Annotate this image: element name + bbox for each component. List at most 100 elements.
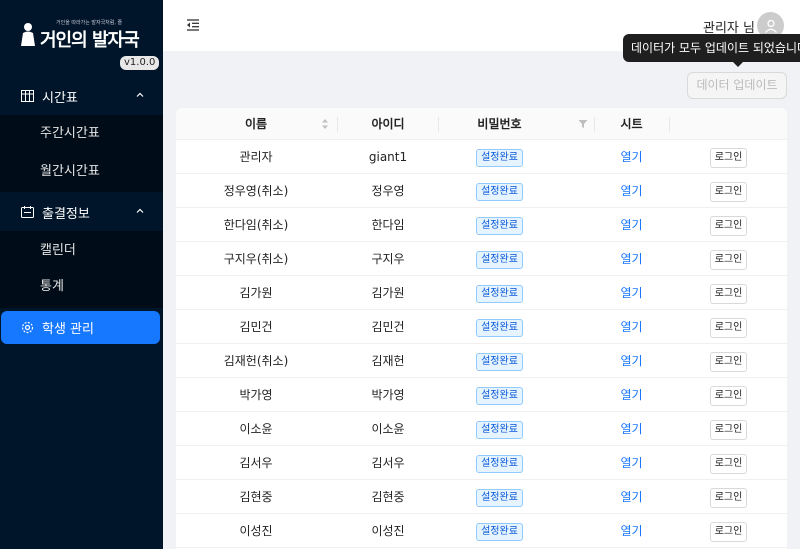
cell-id: 김현중 (371, 490, 405, 504)
cell-sheet: 열기 (594, 446, 669, 480)
cell-password: 설정완료 (439, 514, 560, 548)
cell-id: giant1 (368, 150, 408, 164)
sidebar-item-student-management[interactable]: 학생 관리 (1, 311, 160, 344)
chevron-up-icon (136, 92, 144, 97)
column-header-name[interactable]: 이름 (176, 108, 336, 140)
students-table: 이름 아이디 비밀번호 시트 관리자 giant1 설정완료 열기 로그인 정우영(취소)… (176, 108, 787, 549)
cell-name: 김현중 (239, 490, 273, 504)
table-row: 이소윤 이소윤 설정완료 열기 로그인 (176, 412, 787, 446)
cell-id: 한다임 (371, 218, 405, 232)
login-button[interactable]: 로그인 (709, 317, 748, 338)
login-button[interactable]: 로그인 (709, 521, 748, 542)
open-sheet-link[interactable]: 열기 (620, 490, 642, 504)
column-header-password: 비밀번호 (477, 117, 522, 131)
cell-actions: 로그인 (670, 446, 787, 480)
sidebar: 거인을 따라가는 발자국처럼, 즐 거인의 발자국 v1.0.0 시간표 주간시… (0, 0, 163, 549)
open-sheet-link[interactable]: 열기 (620, 286, 642, 300)
cell-name: 김서우 (239, 456, 273, 470)
table-row: 이성진 이성진 설정완료 열기 로그인 (176, 514, 787, 548)
cell-sheet: 열기 (594, 242, 669, 276)
login-button[interactable]: 로그인 (709, 249, 748, 270)
sort-icon[interactable] (321, 118, 329, 130)
password-status-tag: 설정완료 (476, 182, 523, 201)
cell-sheet: 열기 (594, 140, 669, 174)
menu-group-label: 시간표 (42, 90, 78, 106)
login-button[interactable]: 로그인 (709, 453, 748, 474)
cell-password: 설정완료 (439, 208, 560, 242)
column-header-actions (670, 108, 787, 140)
password-status-tag: 설정완료 (476, 386, 523, 405)
cell-id: 김재헌 (371, 354, 405, 368)
password-status-tag: 설정완료 (476, 318, 523, 337)
cell-actions: 로그인 (670, 242, 787, 276)
cell-password: 설정완료 (439, 446, 560, 480)
login-button[interactable]: 로그인 (709, 181, 748, 202)
cell-sheet: 열기 (594, 514, 669, 548)
open-sheet-link[interactable]: 열기 (620, 252, 642, 266)
open-sheet-link[interactable]: 열기 (620, 150, 642, 164)
table-row: 한다임(취소) 한다임 설정완료 열기 로그인 (176, 208, 787, 242)
login-button[interactable]: 로그인 (709, 419, 748, 440)
sidebar-item-calendar[interactable]: 캘린더 (0, 232, 163, 270)
open-sheet-link[interactable]: 열기 (620, 422, 642, 436)
cell-sheet: 열기 (594, 344, 669, 378)
cell-sheet: 열기 (594, 310, 669, 344)
menu-group-timetable[interactable]: 시간표 (0, 77, 163, 115)
logo-subtitle: 거인을 따라가는 발자국처럼, 즐 (56, 20, 123, 26)
cell-id: 이성진 (371, 524, 405, 538)
cell-name: 한다임(취소) (223, 218, 289, 232)
menu-fold-icon[interactable] (185, 17, 201, 33)
cell-sheet: 열기 (594, 378, 669, 412)
table-row: 관리자 giant1 설정완료 열기 로그인 (176, 140, 787, 174)
login-button[interactable]: 로그인 (709, 147, 748, 168)
cell-id: 김서우 (371, 456, 405, 470)
cell-id: 박가영 (371, 388, 405, 402)
menu-group-attendance[interactable]: 출결정보 (0, 193, 163, 231)
open-sheet-link[interactable]: 열기 (620, 524, 642, 538)
password-status-tag: 설정완료 (476, 250, 523, 269)
cell-actions: 로그인 (670, 140, 787, 174)
cell-actions: 로그인 (670, 276, 787, 310)
cell-actions: 로그인 (670, 310, 787, 344)
login-button[interactable]: 로그인 (709, 215, 748, 236)
login-button[interactable]: 로그인 (709, 487, 748, 508)
data-update-button[interactable]: 데이터 업데이트 (687, 72, 787, 99)
gear-icon (20, 321, 34, 335)
table-row: 구지우(취소) 구지우 설정완료 열기 로그인 (176, 242, 787, 276)
sidebar-item-monthly[interactable]: 월간시간표 (0, 153, 163, 191)
cell-sheet: 열기 (594, 174, 669, 208)
cell-password: 설정완료 (439, 140, 560, 174)
login-button[interactable]: 로그인 (709, 385, 748, 406)
version-badge: v1.0.0 (120, 56, 160, 70)
table-row: 김현중 김현중 설정완료 열기 로그인 (176, 480, 787, 514)
cell-name: 이성진 (239, 524, 273, 538)
cell-id: 이소윤 (371, 422, 405, 436)
sidebar-item-weekly[interactable]: 주간시간표 (0, 115, 163, 153)
open-sheet-link[interactable]: 열기 (620, 320, 642, 334)
cell-sheet: 열기 (594, 208, 669, 242)
open-sheet-link[interactable]: 열기 (620, 184, 642, 198)
app-logo[interactable]: 거인을 따라가는 발자국처럼, 즐 거인의 발자국 (18, 18, 144, 52)
login-button[interactable]: 로그인 (709, 283, 748, 304)
cell-name: 박가영 (239, 388, 273, 402)
cell-id: 김가원 (371, 286, 405, 300)
update-success-tooltip: 데이터가 모두 업데이트 되었습니다. (623, 34, 800, 62)
open-sheet-link[interactable]: 열기 (620, 388, 642, 402)
password-status-tag: 설정완료 (476, 216, 523, 235)
cell-actions: 로그인 (670, 344, 787, 378)
cell-name: 구지우(취소) (223, 252, 289, 266)
cell-password: 설정완료 (439, 480, 560, 514)
password-status-tag: 설정완료 (476, 522, 523, 541)
open-sheet-link[interactable]: 열기 (620, 354, 642, 368)
cell-password: 설정완료 (439, 174, 560, 208)
sidebar-item-stats[interactable]: 통계 (0, 268, 163, 306)
open-sheet-link[interactable]: 열기 (620, 218, 642, 232)
cell-id: 정우영 (371, 184, 405, 198)
cell-name: 김가원 (239, 286, 273, 300)
password-status-tag: 설정완료 (476, 488, 523, 507)
cell-sheet: 열기 (594, 412, 669, 446)
login-button[interactable]: 로그인 (709, 351, 748, 372)
open-sheet-link[interactable]: 열기 (620, 456, 642, 470)
filter-icon[interactable] (578, 119, 588, 129)
password-status-tag: 설정완료 (476, 284, 523, 303)
